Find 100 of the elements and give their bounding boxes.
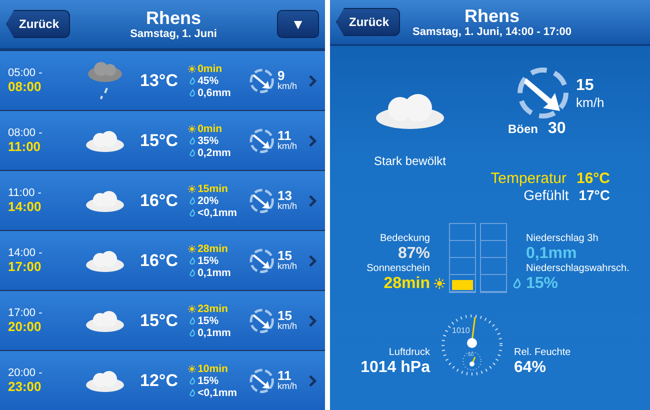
sun-icon	[434, 278, 445, 289]
humidity-value: 64%	[514, 358, 546, 377]
precipitation-amount: 0,1mm	[198, 326, 231, 338]
sunshine-label: Sonnenschein	[366, 263, 430, 274]
cloud-icon	[84, 128, 125, 152]
wind-unit: km/h	[277, 200, 298, 212]
wind-speed: 11	[277, 130, 292, 140]
chevron-icon	[309, 374, 317, 386]
precipitation-chance: 20%	[198, 194, 219, 206]
cloud-cover-label: Bedeckung	[380, 233, 430, 244]
end-time: 17:00	[8, 259, 42, 274]
end-time: 20:00	[8, 319, 42, 334]
wind-unit: km/h	[277, 260, 298, 272]
start-time: 17:00 -	[8, 307, 44, 319]
precipitation-chance: 35%	[198, 134, 219, 146]
cloud-icon	[84, 368, 125, 392]
wind-speed: 15	[277, 250, 293, 260]
start-time: 14:00 -	[8, 247, 44, 259]
gusts-label: Böen	[508, 122, 538, 136]
start-time: 20:00 -	[8, 367, 44, 379]
gauge-scale-label: 1010	[452, 326, 470, 335]
end-time: 08:00	[8, 79, 42, 94]
forecast-row[interactable]: 20:00 - 23:00 12°C 10min 15% <0,1mm 11 km/h	[0, 351, 325, 410]
start-time: 11:00 -	[8, 187, 42, 199]
temperature-label: Temperatur	[490, 170, 566, 187]
sunshine-meter	[449, 223, 476, 293]
wind-unit: km/h	[277, 80, 298, 92]
condition-text: Stark bewölkt	[374, 154, 446, 168]
forecast-row[interactable]: 08:00 - 11:00 15°C 0min 35% 0,2mm 11 km/h	[0, 111, 325, 170]
feels-like-value: 17°C	[578, 187, 610, 203]
pressure-value: 1014 hPa	[360, 358, 430, 377]
chevron-icon	[309, 134, 317, 146]
sunshine-value: 28min	[384, 274, 430, 293]
precipitation-amount: <0,1mm	[198, 206, 237, 218]
city-title: Rhens	[146, 8, 202, 28]
precipitation-chance: 15%	[198, 314, 219, 326]
temperature: 13°C	[138, 70, 179, 90]
temperature-value: 16°C	[576, 170, 610, 187]
forecast-row[interactable]: 11:00 - 14:00 16°C 15min 20% <0,1mm 13 km/h	[0, 171, 325, 230]
sunshine-duration: 0min	[198, 62, 222, 74]
chevron-icon	[309, 254, 317, 266]
temperature: 15°C	[138, 130, 179, 150]
sunshine-duration: 28min	[198, 242, 228, 254]
gusts-value: 30	[548, 120, 566, 138]
cloud-cover-value: 87%	[398, 244, 430, 263]
temperature: 16°C	[138, 250, 179, 270]
precipitation-amount: 0,6mm	[198, 86, 231, 98]
wind-unit: km/h	[576, 94, 604, 110]
wind-speed: 15	[277, 310, 293, 320]
wind-speed: 11	[277, 370, 292, 380]
wind-speed: 9	[277, 70, 286, 80]
chevron-icon	[309, 74, 317, 86]
back-button[interactable]: Zurück	[6, 10, 70, 38]
sun-icon	[188, 124, 196, 132]
start-time: 05:00 -	[8, 67, 44, 79]
precipitation-value: 0,1mm	[526, 244, 577, 263]
wind-speed: 15	[576, 76, 595, 94]
chevron-icon	[309, 194, 317, 206]
feels-like-label: Gefühlt	[524, 187, 569, 203]
forecast-row[interactable]: 17:00 - 20:00 15°C 23min 15% 0,1mm 15 km/h	[0, 291, 325, 350]
wind-unit: km/h	[277, 380, 298, 392]
end-time: 14:00	[8, 199, 42, 214]
dropdown-button[interactable]: ▼	[277, 10, 319, 38]
sun-icon	[188, 364, 196, 372]
sunshine-duration: 0min	[198, 122, 222, 134]
temperature: 12°C	[138, 370, 179, 390]
back-button[interactable]: Zurück	[336, 8, 400, 36]
city-title: Rhens	[464, 6, 520, 26]
wind-speed: 13	[277, 190, 293, 200]
cloud-icon	[374, 92, 446, 130]
forecast-row[interactable]: 05:00 - 08:00 13°C 0min 45% 0,6mm 9 km/h	[0, 51, 325, 110]
cloud-icon	[84, 308, 125, 332]
end-time: 11:00	[8, 139, 42, 154]
sunshine-duration: 15min	[198, 182, 228, 194]
sunshine-duration: 10min	[198, 362, 228, 374]
humidity-label: Rel. Feuchte	[514, 347, 571, 358]
cloud-icon	[84, 188, 125, 212]
temperature: 15°C	[138, 310, 179, 330]
sun-icon	[188, 64, 196, 72]
sun-icon	[188, 244, 196, 252]
sun-icon	[188, 184, 196, 192]
forecast-row[interactable]: 14:00 - 17:00 16°C 28min 15% 0,1mm 15 km/h	[0, 231, 325, 290]
wind-unit: km/h	[277, 140, 298, 152]
cloud-icon	[84, 248, 125, 272]
end-time: 23:00	[8, 379, 42, 394]
drop-icon	[511, 278, 522, 289]
wind-unit: km/h	[277, 320, 298, 332]
start-time: 08:00 -	[8, 127, 44, 139]
precipitation-chance: 45%	[198, 74, 219, 86]
precipitation-amount: <0,1mm	[198, 386, 237, 398]
precipitation-label: Niederschlag 3h	[526, 233, 598, 244]
rain-cloud-icon	[86, 60, 123, 100]
precipitation-chance-label: Niederschlagswahrsch.	[526, 263, 630, 274]
gauge-dial-drawing	[440, 313, 504, 377]
precipitation-meter	[480, 223, 507, 293]
pressure-label: Luftdruck	[388, 347, 430, 358]
date-subtitle: Samstag, 1. Juni, 14:00 - 17:00	[412, 26, 572, 38]
chevron-icon	[309, 314, 317, 326]
sun-icon	[188, 304, 196, 312]
sunshine-duration: 23min	[198, 302, 228, 314]
